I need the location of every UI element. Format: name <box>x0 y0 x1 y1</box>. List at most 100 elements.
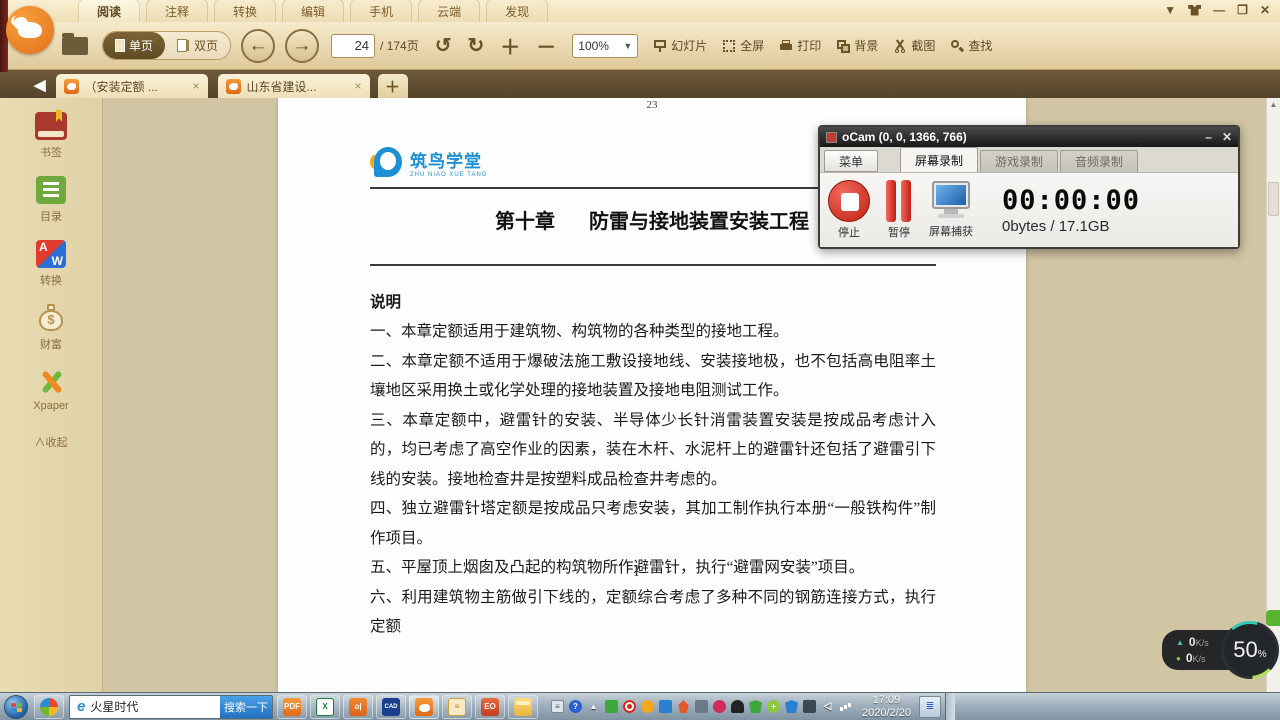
blue-shield-icon[interactable] <box>785 700 798 713</box>
toolbar: 单页 双页 ← → / 174页 ↺ ↻ ＋ － 100% ▼ 幻灯片 全屏 <box>0 6 1280 70</box>
ocam-tabs: 菜单 屏幕录制 游戏录制 音频录制 <box>820 147 1238 173</box>
taskbar-search-bar[interactable]: e 火星时代 搜索一下 <box>69 694 273 719</box>
menu-cloud[interactable]: 云端 <box>418 0 481 23</box>
pinwheel-icon[interactable] <box>713 700 726 713</box>
taskbar-app-pdf[interactable]: PDF <box>277 694 307 719</box>
sidebar-item-xpaper[interactable]: Xpaper <box>33 368 68 412</box>
menu-convert[interactable]: 转换 <box>214 0 277 23</box>
menu-edit[interactable]: 编辑 <box>282 0 345 23</box>
flame-icon[interactable] <box>678 700 689 713</box>
next-page-button[interactable]: → <box>285 28 320 63</box>
ocam-menu-button[interactable]: 菜单 <box>824 150 879 172</box>
collapse-sidebar-icon[interactable]: ◀ <box>34 76 46 94</box>
hidden-icons-arrow[interactable]: ▲ <box>587 700 600 713</box>
taskbar-app-notes[interactable]: ≡ <box>442 694 472 719</box>
menu-mobile[interactable]: 手机 <box>350 0 413 23</box>
slideshow-button[interactable]: 幻灯片 <box>653 37 707 54</box>
find-button[interactable]: 查找 <box>950 37 992 54</box>
help-icon[interactable]: ? <box>569 700 582 713</box>
pause-icon <box>884 180 914 222</box>
taskbar-app-jisupdf[interactable] <box>409 694 439 719</box>
taskbar-app-cad[interactable]: CAD <box>376 694 406 719</box>
usb-ok-icon[interactable] <box>695 700 708 713</box>
green-shield-icon[interactable] <box>749 700 762 713</box>
menu-discover[interactable]: 发现 <box>486 0 549 23</box>
zoom-level-select[interactable]: 100% ▼ <box>572 33 639 58</box>
ocam-title-bar[interactable]: oCam (0, 0, 1366, 766) – ✕ <box>820 127 1238 147</box>
tab-audio-record[interactable]: 音频录制 <box>1060 150 1139 172</box>
document-tab-1[interactable]: （安装定额 ... × <box>55 74 208 98</box>
security-orange-icon[interactable] <box>641 700 654 713</box>
menu-bar: 阅读 注释 转换 编辑 手机 云端 发现 ▼ — ❐ ✕ <box>0 0 1280 72</box>
open-file-button[interactable] <box>62 32 88 55</box>
search-submit-button[interactable]: 搜索一下 <box>220 695 272 718</box>
fullscreen-button[interactable]: 全屏 <box>722 37 764 54</box>
document-tab-2[interactable]: 山东省建设... × <box>217 74 370 98</box>
minimize-icon[interactable]: – <box>1205 130 1212 144</box>
sidebar-item-convert[interactable]: AW 转换 <box>36 240 66 288</box>
green-plus-icon[interactable]: + <box>767 700 780 713</box>
sidebar-collapse-button[interactable]: ∧收起 <box>35 434 68 450</box>
pause-button[interactable]: 暂停 <box>884 180 914 240</box>
ocam-window[interactable]: oCam (0, 0, 1366, 766) – ✕ 菜单 屏幕录制 游戏录制 … <box>818 125 1240 249</box>
minimize-button[interactable]: — <box>1213 3 1225 17</box>
show-desktop-button[interactable] <box>944 692 955 720</box>
redo-icon[interactable]: ↻ <box>468 33 485 58</box>
print-icon <box>779 39 793 53</box>
screen-capture-button[interactable]: 屏幕捕获 <box>928 181 974 239</box>
power-plug-icon[interactable] <box>803 700 816 713</box>
blue-app-tray-icon[interactable] <box>659 700 672 713</box>
tab-screen-record[interactable]: 屏幕录制 <box>900 147 979 172</box>
prev-page-button[interactable]: ← <box>241 28 276 63</box>
network-signal-icon[interactable] <box>839 700 852 713</box>
satellite-icon[interactable] <box>731 700 744 713</box>
menu-dropdown-icon[interactable]: ▼ <box>1164 3 1176 17</box>
scroll-up-arrow[interactable]: ▲ <box>1267 98 1280 112</box>
sidebar-item-bookmarks[interactable]: 书签 <box>35 112 67 160</box>
memory-usage-ball[interactable]: 50% <box>1221 621 1279 679</box>
double-page-button[interactable]: 双页 <box>165 32 230 59</box>
taskbar-app-explorer[interactable] <box>508 694 538 719</box>
zoom-in-icon[interactable]: ＋ <box>500 31 520 60</box>
xpaper-icon <box>36 368 66 396</box>
sidebar-item-wealth[interactable]: $ 财富 <box>36 304 66 352</box>
scissors-icon <box>893 38 907 53</box>
input-indicator-icon[interactable]: ≡ <box>551 700 564 713</box>
taskbar-clock[interactable]: 17:09 2020/2/20 <box>862 694 911 720</box>
taskbar-app-powerpoint[interactable]: EO <box>475 694 505 719</box>
skin-icon[interactable] <box>1188 4 1202 16</box>
single-page-button[interactable]: 单页 <box>103 32 166 59</box>
slideshow-icon <box>653 39 667 53</box>
stop-button[interactable]: 停止 <box>828 180 870 240</box>
page-number-input[interactable] <box>331 33 376 58</box>
powerpoint-icon: EO <box>481 697 499 716</box>
zoom-out-icon[interactable]: － <box>536 31 556 60</box>
sidebar-label: 目录 <box>40 211 62 223</box>
search-input-text[interactable]: 火星时代 <box>90 698 220 715</box>
close-button[interactable]: ✕ <box>1260 3 1270 17</box>
menu-annotate[interactable]: 注释 <box>146 0 209 23</box>
background-button[interactable]: 背景 <box>836 37 878 54</box>
taskbar-app-colorful[interactable] <box>34 694 64 719</box>
ocam-recording-icon[interactable] <box>623 700 636 713</box>
restore-button[interactable]: ❐ <box>1237 3 1248 17</box>
close-tab-icon[interactable]: × <box>355 79 362 93</box>
new-tab-button[interactable]: ＋ <box>377 74 408 98</box>
close-tab-icon[interactable]: × <box>193 79 200 93</box>
tab-game-record[interactable]: 游戏录制 <box>980 150 1059 172</box>
vertical-scrollbar[interactable]: ▲ <box>1266 98 1280 692</box>
app-logo[interactable] <box>6 6 54 54</box>
windows-start-button[interactable] <box>4 694 28 719</box>
sidebar-item-toc[interactable]: 目录 <box>36 176 66 224</box>
close-icon[interactable]: ✕ <box>1222 130 1232 144</box>
menu-read[interactable]: 阅读 <box>78 0 141 23</box>
ime-icon[interactable]: ≣ <box>918 695 941 718</box>
scrollbar-thumb[interactable] <box>1268 182 1279 216</box>
taskbar-app-orange[interactable]: o| <box>343 694 373 719</box>
usb-icon[interactable] <box>605 700 618 713</box>
taskbar-app-excel[interactable]: X <box>310 694 340 719</box>
undo-icon[interactable]: ↺ <box>435 33 452 58</box>
screenshot-button[interactable]: 截图 <box>893 37 935 54</box>
volume-icon[interactable]: ◁ <box>821 700 834 713</box>
print-button[interactable]: 打印 <box>779 37 821 54</box>
